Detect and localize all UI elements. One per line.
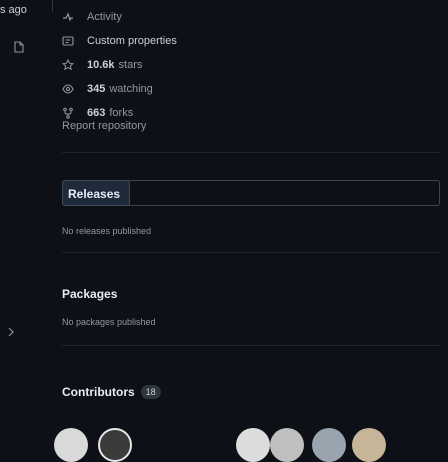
- avatar[interactable]: [236, 428, 270, 462]
- avatar[interactable]: [270, 428, 304, 462]
- avatar[interactable]: [98, 428, 132, 462]
- pulse-icon: [63, 12, 73, 22]
- custom-properties-label: Custom properties: [87, 35, 177, 47]
- stars-count: 10.6k: [87, 59, 115, 71]
- activity-label: Activity: [87, 11, 122, 23]
- stars-link[interactable]: 10.6k stars: [62, 56, 142, 74]
- contributors-count-badge: 18: [140, 385, 161, 399]
- watching-label: watching: [109, 83, 153, 95]
- report-repository-link[interactable]: Report repository: [62, 120, 146, 132]
- contributor-avatars: [54, 428, 440, 462]
- section-divider: [62, 345, 440, 346]
- avatar[interactable]: [312, 428, 346, 462]
- activity-link[interactable]: Activity: [62, 8, 122, 26]
- releases-heading[interactable]: Releases: [68, 187, 120, 201]
- commit-time-text: s ago: [0, 4, 27, 16]
- avatar[interactable]: [54, 428, 88, 462]
- forks-count: 663: [87, 107, 106, 119]
- contributors-heading[interactable]: Contributors 18: [62, 385, 161, 399]
- column-divider: [52, 0, 53, 12]
- packages-note: No packages published: [62, 317, 156, 327]
- custom-properties-link[interactable]: Custom properties: [62, 32, 177, 50]
- stars-label: stars: [118, 59, 143, 71]
- avatar[interactable]: [352, 428, 386, 462]
- watching-link[interactable]: 345 watching: [62, 80, 153, 98]
- fork-icon: [63, 107, 73, 119]
- section-divider: [62, 252, 440, 253]
- custom-properties-icon: [62, 36, 74, 46]
- section-divider: [62, 152, 440, 153]
- file-list-edge: s ago: [0, 0, 52, 448]
- star-icon: [62, 59, 74, 71]
- contributors-title: Contributors: [62, 385, 135, 399]
- releases-note: No releases published: [62, 226, 152, 236]
- eye-icon: [62, 84, 74, 94]
- watching-count: 345: [87, 83, 106, 95]
- expand-caret-icon[interactable]: [8, 325, 14, 337]
- forks-label: forks: [109, 107, 134, 119]
- code-file-icon: [14, 40, 24, 53]
- packages-heading[interactable]: Packages: [62, 287, 117, 301]
